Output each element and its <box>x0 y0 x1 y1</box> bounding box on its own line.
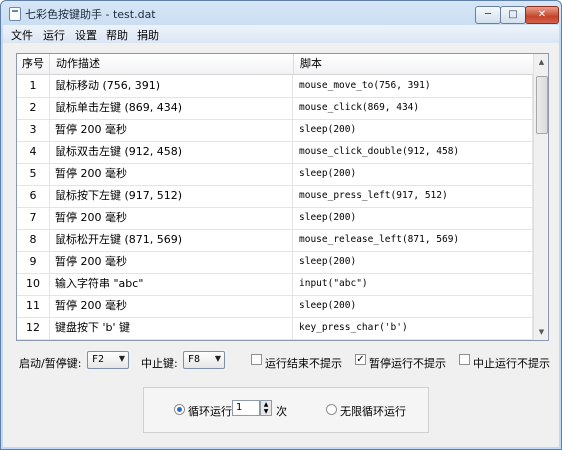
pause-no-prompt-checkbox[interactable]: ✓ <box>355 354 366 365</box>
maximize-button[interactable]: □ <box>500 6 526 24</box>
minimize-button[interactable]: ─ <box>475 6 501 24</box>
loop-count-label[interactable]: 循环运行 <box>188 403 232 419</box>
row-script: mouse_click_double(912, 458) <box>294 141 533 163</box>
row-description: 暂停 200 毫秒 <box>50 251 293 273</box>
spin-down-icon[interactable]: ▼ <box>261 408 271 415</box>
menu-run[interactable]: 运行 <box>43 27 65 43</box>
menu-settings[interactable]: 设置 <box>75 27 97 43</box>
row-script: mouse_click(869, 434) <box>294 97 533 119</box>
table-row[interactable]: 2 鼠标单击左键 (869, 434) mouse_click(869, 434) <box>17 97 533 120</box>
row-description: 输入字符串 "abc" <box>50 273 293 295</box>
table-row[interactable]: 7 暂停 200 毫秒 sleep(200) <box>17 207 533 230</box>
row-description: 鼠标松开左键 (871, 569) <box>50 229 293 251</box>
row-description: 鼠标单击左键 (869, 434) <box>50 97 293 119</box>
row-description: 暂停 200 毫秒 <box>50 119 293 141</box>
start-pause-key-select[interactable]: F2 ▼ <box>87 351 129 369</box>
header-description[interactable]: 动作描述 <box>50 54 294 74</box>
title-bar[interactable]: 七彩色按键助手 - test.dat ─ □ ✕ <box>1 1 561 25</box>
stop-key-value: F8 <box>188 354 201 365</box>
start-pause-key-value: F2 <box>92 354 105 365</box>
app-icon <box>9 7 21 21</box>
row-script: sleep(200) <box>294 207 533 229</box>
row-index: 3 <box>17 119 50 141</box>
table-row[interactable]: 11 暂停 200 毫秒 sleep(200) <box>17 295 533 318</box>
row-script: input("abc") <box>294 273 533 295</box>
table-row[interactable]: 5 暂停 200 毫秒 sleep(200) <box>17 163 533 186</box>
start-pause-label: 启动/暂停键: <box>19 357 82 370</box>
row-description: 键盘按下 'b' 键 <box>50 317 293 339</box>
client-area: 序号 动作描述 脚本 1 鼠标移动 (756, 391) mouse_move_to… <box>3 43 559 447</box>
hotkey-settings-row: 启动/暂停键: F2 ▼ 中止键: F8 ▼ 运行结束不提示 ✓ 暂停运行不提示… <box>3 349 559 373</box>
stop-key-label: 中止键: <box>141 357 178 370</box>
table-row[interactable]: 8 鼠标松开左键 (871, 569) mouse_release_left(871… <box>17 229 533 252</box>
row-index: 1 <box>17 75 50 97</box>
row-script: key_press_char('b') <box>294 317 533 339</box>
app-window: 七彩色按键助手 - test.dat ─ □ ✕ 文件 运行 设置 帮助 捐助 … <box>0 0 562 450</box>
row-description: 鼠标移动 (756, 391) <box>50 75 293 97</box>
loop-count-spinner[interactable]: ▲ ▼ <box>260 400 272 416</box>
spin-up-icon[interactable]: ▲ <box>261 401 271 408</box>
stop-no-prompt-checkbox[interactable] <box>459 354 470 365</box>
header-description-label: 动作描述 <box>56 57 100 70</box>
pause-no-prompt-label[interactable]: 暂停运行不提示 <box>369 355 446 371</box>
header-script[interactable]: 脚本 <box>294 54 533 74</box>
end-no-prompt-checkbox[interactable] <box>251 354 262 365</box>
times-label: 次 <box>276 405 287 418</box>
chevron-down-icon: ▼ <box>118 354 125 363</box>
row-description: 暂停 200 毫秒 <box>50 207 293 229</box>
row-index: 12 <box>17 317 50 339</box>
end-no-prompt-label[interactable]: 运行结束不提示 <box>265 355 342 371</box>
menu-donate[interactable]: 捐助 <box>137 27 159 43</box>
row-description: 暂停 200 毫秒 <box>50 163 293 185</box>
table-header: 序号 动作描述 脚本 <box>17 54 533 75</box>
table-row[interactable]: 4 鼠标双击左键 (912, 458) mouse_click_double(912… <box>17 141 533 164</box>
row-index: 8 <box>17 229 50 251</box>
table-row[interactable]: 9 暂停 200 毫秒 sleep(200) <box>17 251 533 274</box>
scroll-down-icon[interactable]: ▼ <box>534 324 548 340</box>
row-index: 10 <box>17 273 50 295</box>
loop-count-radio[interactable] <box>174 404 185 415</box>
row-description: 鼠标双击左键 (912, 458) <box>50 141 293 163</box>
row-description: 鼠标按下左键 (917, 512) <box>50 185 293 207</box>
chevron-down-icon: ▼ <box>214 354 221 363</box>
table-row[interactable]: 12 键盘按下 'b' 键 key_press_char('b') <box>17 317 533 340</box>
table-row[interactable]: 3 暂停 200 毫秒 sleep(200) <box>17 119 533 142</box>
infinite-loop-label[interactable]: 无限循环运行 <box>340 403 406 419</box>
row-script: sleep(200) <box>294 163 533 185</box>
header-script-label: 脚本 <box>300 57 322 70</box>
header-index[interactable]: 序号 <box>17 54 50 74</box>
window-title: 七彩色按键助手 - test.dat <box>25 8 156 21</box>
row-script: mouse_move_to(756, 391) <box>294 75 533 97</box>
row-script: sleep(200) <box>294 251 533 273</box>
table-row[interactable]: 6 鼠标按下左键 (917, 512) mouse_press_left(917, … <box>17 185 533 208</box>
menu-file[interactable]: 文件 <box>11 27 33 43</box>
loop-count-input[interactable]: 1 <box>232 400 260 416</box>
table-scrollbar[interactable]: ▲ ▼ <box>533 54 548 340</box>
stop-no-prompt-label[interactable]: 中止运行不提示 <box>473 355 550 371</box>
row-script: mouse_press_left(917, 512) <box>294 185 533 207</box>
infinite-loop-radio[interactable] <box>326 404 337 415</box>
table-row[interactable]: 1 鼠标移动 (756, 391) mouse_move_to(756, 391) <box>17 75 533 98</box>
scroll-up-icon[interactable]: ▲ <box>534 54 548 70</box>
close-button[interactable]: ✕ <box>525 6 559 24</box>
menu-help[interactable]: 帮助 <box>106 27 128 43</box>
menu-bar: 文件 运行 设置 帮助 捐助 <box>3 25 559 43</box>
loop-options-group: 循环运行 1 ▲ ▼ 次 无限循环运行 <box>143 387 429 433</box>
row-index: 7 <box>17 207 50 229</box>
row-script: sleep(200) <box>294 119 533 141</box>
row-index: 9 <box>17 251 50 273</box>
scroll-thumb[interactable] <box>536 76 548 134</box>
row-script: sleep(200) <box>294 295 533 317</box>
row-index: 5 <box>17 163 50 185</box>
stop-key-select[interactable]: F8 ▼ <box>183 351 225 369</box>
row-index: 11 <box>17 295 50 317</box>
row-script: mouse_release_left(871, 569) <box>294 229 533 251</box>
table-row[interactable]: 10 输入字符串 "abc" input("abc") <box>17 273 533 296</box>
action-table[interactable]: 序号 动作描述 脚本 1 鼠标移动 (756, 391) mouse_move_to… <box>16 53 549 341</box>
row-description: 暂停 200 毫秒 <box>50 295 293 317</box>
row-index: 2 <box>17 97 50 119</box>
row-index: 6 <box>17 185 50 207</box>
row-index: 4 <box>17 141 50 163</box>
